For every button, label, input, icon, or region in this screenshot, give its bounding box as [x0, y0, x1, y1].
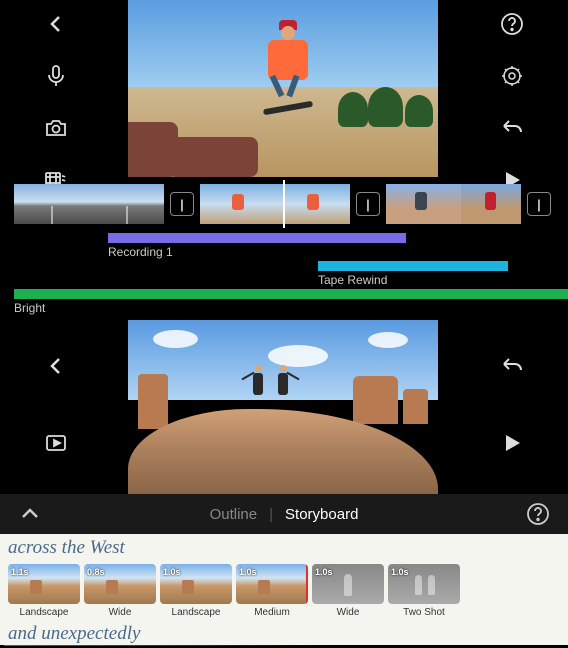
clip-label: Wide — [312, 607, 384, 618]
camera-icon[interactable] — [40, 112, 72, 144]
transition-marker[interactable]: | — [527, 192, 551, 216]
timeline-clip[interactable] — [89, 184, 164, 224]
audio-track-sfx[interactable] — [318, 261, 508, 271]
audio-tracks: Recording 1 Tape Rewind Bright — [0, 233, 568, 315]
clip-duration: 1.0s — [239, 567, 257, 577]
play-button[interactable] — [496, 427, 528, 459]
storyboard-clip[interactable]: 1.0s Wide — [312, 564, 384, 618]
storyboard-caption[interactable]: across the West — [0, 534, 568, 562]
storyboard-clip[interactable]: 1.1s Landscape — [8, 564, 80, 618]
playhead[interactable] — [283, 180, 285, 228]
storyboard-clip[interactable]: 1.0s Medium — [236, 564, 308, 618]
undo-icon[interactable] — [496, 112, 528, 144]
clip-duration: 1.0s — [315, 567, 333, 577]
theme-track-label: Bright — [14, 301, 568, 315]
timeline-clip[interactable] — [200, 184, 275, 224]
clip-duration: 0.8s — [87, 567, 105, 577]
microphone-icon[interactable] — [40, 60, 72, 92]
tab-outline[interactable]: Outline — [210, 506, 258, 523]
timeline-clip[interactable] — [461, 184, 521, 224]
tab-storyboard[interactable]: Storyboard — [285, 506, 358, 523]
audio-track-recording[interactable] — [108, 233, 406, 243]
help-icon[interactable] — [496, 8, 528, 40]
storyboard-clip[interactable]: 0.8s Wide — [84, 564, 156, 618]
transition-marker[interactable]: | — [356, 192, 380, 216]
recording-track-label: Recording 1 — [108, 245, 406, 259]
clip-label: Medium — [236, 607, 308, 618]
clip-duration: 1.0s — [391, 567, 409, 577]
transition-marker[interactable]: | — [170, 192, 194, 216]
tab-separator: | — [269, 506, 273, 523]
timeline-clip[interactable] — [386, 184, 461, 224]
left-toolbar-bottom — [40, 350, 72, 459]
preview-viewer-bottom[interactable] — [128, 320, 438, 494]
preview-viewer-top[interactable] — [128, 0, 438, 177]
editor-top-panel: | | | Recording 1 Tape Rewind Bright — [0, 0, 568, 320]
clip-label: Two Shot — [388, 607, 460, 618]
storyboard-caption[interactable]: and unexpectedly — [0, 620, 568, 648]
audio-track-theme[interactable] — [14, 289, 568, 299]
help-icon[interactable] — [522, 498, 554, 530]
clip-label: Landscape — [160, 607, 232, 618]
clip-duration: 1.0s — [163, 567, 181, 577]
clip-label: Landscape — [8, 607, 80, 618]
left-toolbar-top — [40, 8, 72, 196]
timeline-clip[interactable] — [14, 184, 89, 224]
play-outline-icon[interactable] — [40, 427, 72, 459]
storyboard-panel: across the West 1.1sLandscape0.8sWide1.0… — [0, 534, 568, 645]
undo-icon[interactable] — [496, 350, 528, 382]
sfx-track-label: Tape Rewind — [318, 273, 508, 287]
right-toolbar-top — [496, 8, 528, 196]
expand-chevron-icon[interactable] — [14, 498, 46, 530]
clip-label: Wide — [84, 607, 156, 618]
storyboard-clip[interactable]: 1.0s Landscape — [160, 564, 232, 618]
back-button[interactable] — [40, 8, 72, 40]
timeline-clip[interactable] — [275, 184, 350, 224]
back-button[interactable] — [40, 350, 72, 382]
right-toolbar-bottom — [496, 350, 528, 459]
editor-bottom-panel: Outline | Storyboard across the West 1.1… — [0, 320, 568, 645]
storyboard-clip[interactable]: 1.0s Two Shot — [388, 564, 460, 618]
clip-marker — [306, 564, 308, 604]
settings-gear-icon[interactable] — [496, 60, 528, 92]
tab-bar: Outline | Storyboard — [0, 494, 568, 534]
clip-duration: 1.1s — [11, 567, 29, 577]
preview-area-bottom — [0, 320, 568, 494]
storyboard-clip-row: 1.1s Landscape 0.8s Wide 1.0s Landscape 1.0s Me… — [0, 562, 568, 620]
